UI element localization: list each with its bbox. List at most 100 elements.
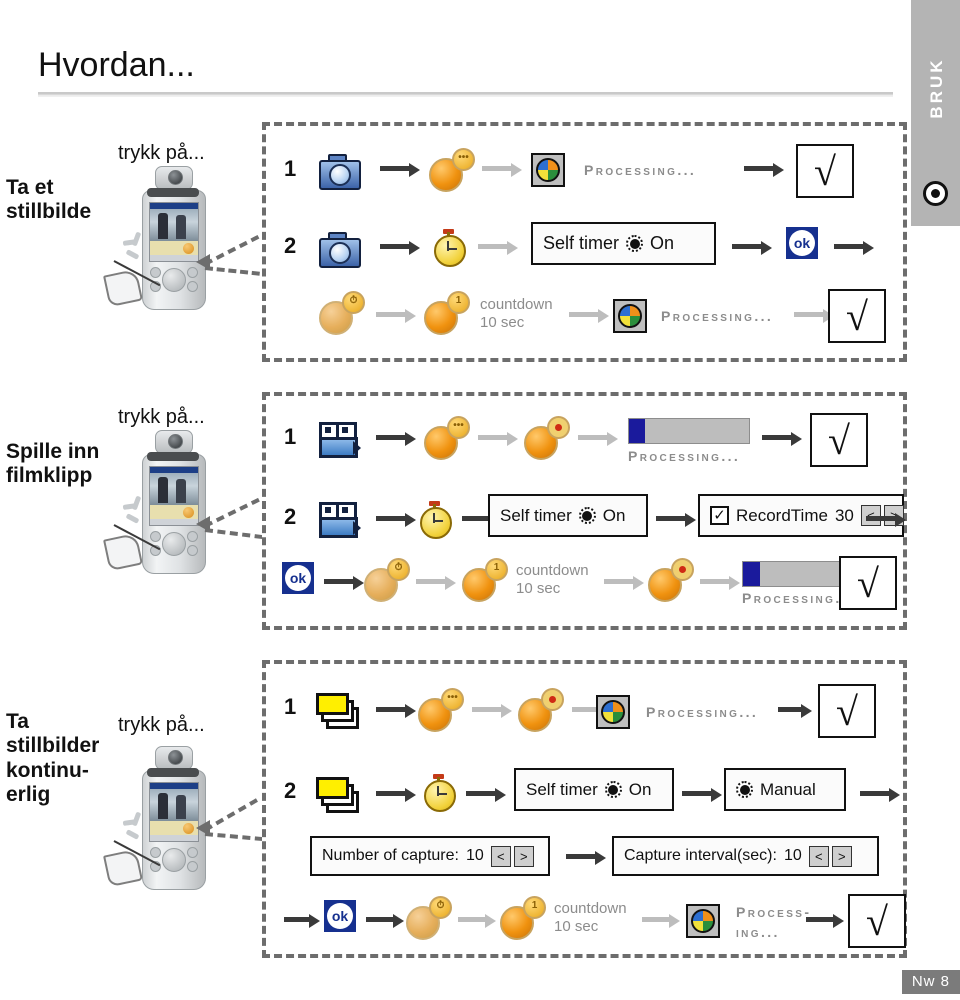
flow-arrow: [700, 576, 740, 590]
section-label-still-photo: Ta et stillbilde: [6, 176, 91, 225]
checkmark-box: √: [810, 413, 868, 467]
section-label-line: stillbilder: [6, 734, 100, 758]
self-timer-label: Self timer: [526, 779, 598, 799]
stepper-prev-button[interactable]: <: [490, 845, 511, 867]
orb-badge: 1: [447, 291, 470, 314]
section-label-line: kontinu-: [6, 758, 89, 782]
flow-arrow: [458, 914, 496, 928]
dpad-icon: [162, 268, 186, 292]
number-of-capture-stepper[interactable]: < >: [490, 845, 534, 867]
self-timer-label: Self timer: [543, 233, 620, 253]
flash-burst-icon: [120, 231, 146, 266]
device-button: [187, 861, 198, 872]
radio-on-icon[interactable]: [578, 507, 596, 524]
flow-arrow: [376, 309, 416, 323]
manual-mode-dialog[interactable]: Manual: [724, 768, 846, 811]
stopwatch-icon[interactable]: [422, 772, 456, 812]
shutter-orb-icon[interactable]: •••: [424, 416, 470, 460]
flow-arrow: [416, 576, 456, 590]
countdown-line: 10 sec: [480, 314, 525, 332]
device-screen: [149, 782, 199, 842]
ok-button-label: ok: [789, 230, 815, 256]
checkmark-box: √: [828, 289, 886, 343]
flow-arrow: [376, 788, 416, 802]
countdown-text: countdown 10 sec: [516, 562, 589, 599]
screen-preview-photo: [150, 789, 198, 821]
screen-taskbar: [150, 835, 198, 841]
shutter-orb-icon[interactable]: 1: [462, 558, 508, 602]
shutter-orb-icon[interactable]: ⏱: [364, 558, 410, 602]
stopwatch-icon[interactable]: [418, 499, 452, 539]
countdown-line: countdown: [516, 562, 589, 579]
flow-arrow: [578, 432, 618, 446]
flowbox-video-clip: 1 ••• Processing... √ 2 Self timer On ✓ …: [262, 392, 907, 630]
photo-stack-icon[interactable]: [316, 693, 359, 729]
flow-arrow: [376, 513, 416, 527]
device-button: [187, 281, 198, 292]
stepper-next-button[interactable]: >: [831, 845, 852, 867]
flow-arrow: [762, 432, 802, 446]
ok-button-icon[interactable]: ok: [324, 900, 356, 932]
stepper-next-button[interactable]: >: [513, 845, 534, 867]
processing-text: Processing...: [646, 704, 759, 720]
checkbox-on-icon[interactable]: ✓: [710, 506, 729, 525]
bullseye-icon: [923, 181, 948, 206]
radio-on-icon[interactable]: [604, 781, 622, 798]
device-button: [150, 267, 161, 278]
screen-preview-photo: [150, 473, 198, 505]
flowbox-burst-photos: 1 ••• Processing... √ 2 Self timer On Ma…: [262, 660, 907, 958]
shutter-orb-icon[interactable]: [648, 558, 694, 602]
shutter-orb-icon[interactable]: •••: [418, 688, 464, 732]
shutter-orb-icon[interactable]: [524, 416, 570, 460]
still-camera-icon[interactable]: [319, 232, 361, 268]
stopwatch-icon[interactable]: [432, 227, 466, 267]
self-timer-dialog[interactable]: Self timer On: [488, 494, 648, 537]
ok-button-icon[interactable]: ok: [282, 562, 314, 594]
flow-arrow: [604, 576, 644, 590]
shutter-orb-icon[interactable]: 1: [500, 896, 546, 940]
flow-arrow: [380, 163, 420, 177]
capture-interval-value: 10: [783, 847, 802, 864]
device-screen: [149, 466, 199, 526]
processing-text: Processing...: [661, 308, 774, 324]
section-label-line: erlig: [6, 783, 51, 807]
section-label-line: Spille inn: [6, 440, 100, 463]
pda-camera-device-2: [103, 424, 216, 574]
self-timer-dialog[interactable]: Self timer On: [514, 768, 674, 811]
shutter-orb-icon[interactable]: •••: [429, 148, 475, 192]
screen-settings-panel: [150, 241, 198, 255]
shutter-orb-icon[interactable]: 1: [424, 291, 470, 335]
photo-stack-icon[interactable]: [316, 777, 359, 813]
ok-button-icon[interactable]: ok: [786, 227, 818, 259]
screen-settings-panel: [150, 505, 198, 519]
stepper-prev-button[interactable]: <: [808, 845, 829, 867]
orb-badge: ⏱: [342, 291, 365, 314]
shutter-orb-icon[interactable]: ⏱: [319, 291, 365, 335]
processing-text: Processing...: [742, 590, 855, 606]
capture-interval-stepper[interactable]: < >: [808, 845, 852, 867]
flow-arrow: [566, 851, 606, 865]
number-of-capture-dialog[interactable]: Number of capture: 10 < >: [310, 836, 550, 876]
countdown-text: countdown 10 sec: [480, 296, 553, 333]
self-timer-label: Self timer: [500, 505, 572, 525]
self-timer-dialog[interactable]: Self timer On: [531, 222, 716, 265]
flow-arrow: [860, 788, 900, 802]
self-timer-value: On: [602, 505, 626, 525]
flow-arrow: [834, 241, 874, 255]
device-hinge: [147, 452, 199, 461]
shutter-orb-icon[interactable]: ⏱: [406, 896, 452, 940]
radio-on-icon[interactable]: [626, 235, 644, 252]
video-camera-icon[interactable]: [319, 422, 361, 458]
flow-arrow: [376, 704, 416, 718]
orb-badge: 1: [523, 896, 546, 919]
capture-interval-dialog[interactable]: Capture interval(sec): 10 < >: [612, 836, 879, 876]
orb-badge-record: [541, 688, 564, 711]
flow-arrow: [744, 163, 784, 177]
flash-burst-icon: [120, 495, 146, 530]
orb-badge: ⏱: [387, 558, 410, 581]
manual-label: Manual: [760, 779, 816, 799]
radio-on-icon[interactable]: [736, 781, 753, 798]
still-camera-icon[interactable]: [319, 154, 361, 190]
video-camera-icon[interactable]: [319, 502, 361, 538]
shutter-orb-icon[interactable]: [518, 688, 564, 732]
